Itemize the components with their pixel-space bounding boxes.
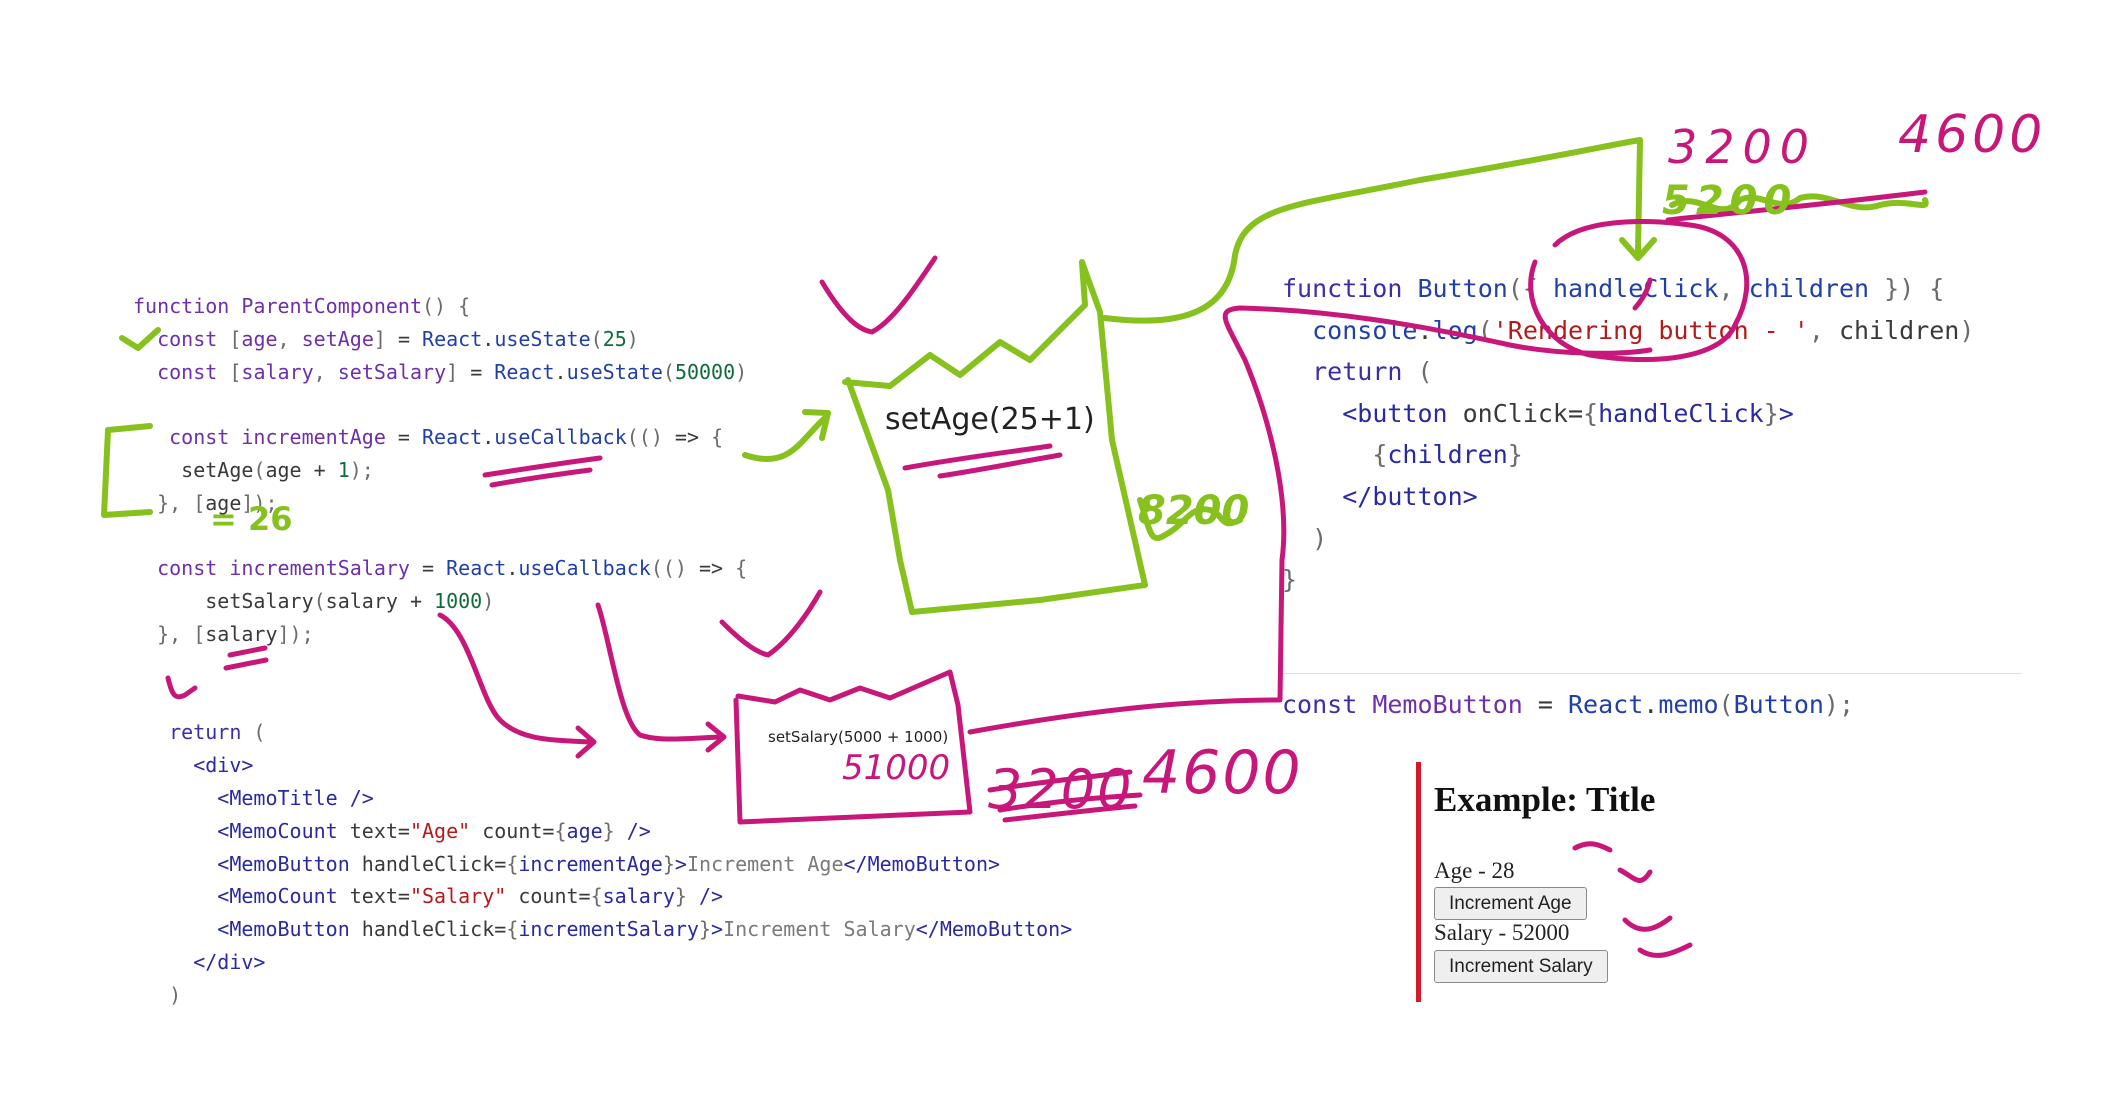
green-arrow-head-2 [1619, 237, 1657, 261]
green-8200: 8200 [1138, 488, 1250, 534]
magenta-3200-mid: 3200 [988, 758, 1134, 821]
age-display: Age - 28 [1434, 858, 1515, 883]
rendered-example: Example: Title Age - 28 Increment Age Sa… [1416, 762, 1736, 1002]
parent-fn-name: ParentComponent [241, 294, 422, 318]
code-divider [1282, 673, 2022, 674]
magenta-51000: 51000 [842, 748, 951, 788]
button-fn-name: Button [1417, 274, 1508, 303]
magenta-3200-top: 3200 [1668, 120, 1818, 174]
increment-salary-button[interactable]: Increment Salary [1434, 950, 1608, 983]
button-component-code: function Button({ handleClick, children … [1282, 274, 1975, 719]
magenta-4600-mid: 4600 [1142, 738, 1303, 808]
salary-display: Salary - 52000 [1434, 920, 1570, 945]
demo-accent-bar [1416, 762, 1421, 1002]
setsalary-box-label: setSalary(5000 + 1000) [768, 728, 949, 746]
green-eq26: = 26 [210, 500, 293, 538]
setage-box-label: setAge(25+1) [885, 402, 1095, 437]
magenta-4600-top: 4600 [1898, 105, 2047, 165]
green-5200: 5200 [1662, 178, 1798, 224]
increment-age-button[interactable]: Increment Age [1434, 887, 1587, 920]
parent-component-code: function ParentComponent() { const [age,… [133, 294, 1073, 1007]
demo-title: Example: Title [1434, 780, 1656, 819]
